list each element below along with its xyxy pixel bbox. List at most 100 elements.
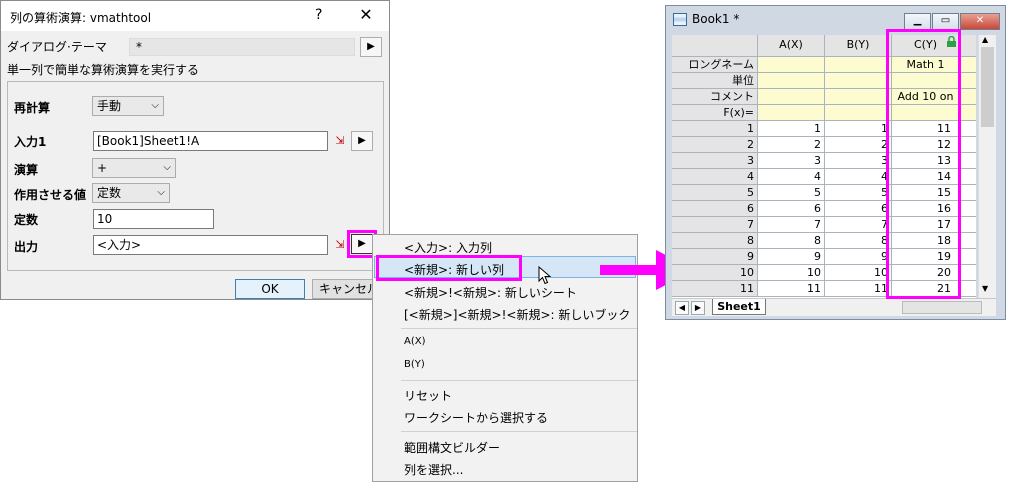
prev-sheet-button[interactable]: ◀	[675, 301, 689, 315]
cell-empty[interactable]	[960, 169, 976, 185]
close-button[interactable]: ✕	[353, 5, 379, 24]
menu-item-new-book[interactable]: [<新規>]<新規>!<新規>: 新しいブック	[404, 306, 630, 323]
cell-b[interactable]: 11	[825, 281, 892, 297]
row-header[interactable]: 7	[672, 217, 758, 233]
cell-empty[interactable]	[960, 281, 976, 297]
cell-empty[interactable]	[960, 233, 976, 249]
help-button[interactable]: ?	[315, 7, 322, 23]
cell-a[interactable]: 6	[758, 201, 825, 217]
operand-select[interactable]: 定数 ⌵	[92, 183, 170, 203]
menu-item-select-from-sheet[interactable]: ワークシートから選択する	[404, 409, 548, 426]
cell-a[interactable]: 2	[758, 137, 825, 153]
cell-b[interactable]: 8	[825, 233, 892, 249]
cell-a[interactable]: 10	[758, 265, 825, 281]
meta-cell[interactable]	[825, 105, 892, 121]
meta-cell[interactable]	[758, 57, 825, 73]
row-header[interactable]: 11	[672, 281, 758, 297]
operation-select[interactable]: + ⌵	[92, 158, 176, 178]
row-header[interactable]: 9	[672, 249, 758, 265]
menu-item-col-a[interactable]: A(X)	[404, 336, 426, 347]
cell-empty[interactable]	[960, 185, 976, 201]
cell-a[interactable]: 4	[758, 169, 825, 185]
scroll-down-icon[interactable]: ▼	[982, 284, 988, 293]
chevron-down-icon: ⌵	[151, 100, 159, 111]
minimize-button[interactable]: ▁	[904, 13, 931, 30]
maximize-button[interactable]: ▭	[932, 13, 959, 30]
scroll-thumb[interactable]	[981, 47, 994, 127]
meta-cell[interactable]	[758, 73, 825, 89]
cell-a[interactable]: 1	[758, 121, 825, 137]
range-select-icon[interactable]: ⇲	[330, 131, 350, 151]
output-menu-button[interactable]: ▶	[351, 234, 373, 254]
meta-cell[interactable]	[825, 57, 892, 73]
row-header[interactable]: 3	[672, 153, 758, 169]
constant-field[interactable]: 10	[93, 209, 214, 229]
col-header-a[interactable]: A(X)	[758, 35, 825, 57]
theme-field[interactable]: *	[129, 38, 355, 56]
cell-a[interactable]: 3	[758, 153, 825, 169]
menu-item-input-column[interactable]: <入力>: 入力列	[404, 239, 492, 256]
cell-a[interactable]: 7	[758, 217, 825, 233]
empty-col-header[interactable]	[960, 35, 976, 57]
cell-empty[interactable]	[960, 137, 976, 153]
sheet-tab[interactable]: Sheet1	[712, 299, 766, 315]
cell-b[interactable]: 2	[825, 137, 892, 153]
cell-empty[interactable]	[960, 217, 976, 233]
menu-item-reset[interactable]: リセット	[404, 387, 452, 404]
row-header[interactable]: 2	[672, 137, 758, 153]
cell-b[interactable]: 6	[825, 201, 892, 217]
cell-empty[interactable]	[960, 249, 976, 265]
horizontal-scrollbar[interactable]	[902, 301, 982, 314]
meta-cell[interactable]	[960, 57, 976, 73]
recalc-select[interactable]: 手動 ⌵	[92, 96, 164, 116]
cell-empty[interactable]	[960, 265, 976, 281]
scroll-up-icon[interactable]: ▲	[982, 35, 988, 44]
meta-cell[interactable]	[758, 105, 825, 121]
row-header[interactable]: 10	[672, 265, 758, 281]
window-close-button[interactable]: ✕	[960, 13, 1000, 30]
col-header-b[interactable]: B(Y)	[825, 35, 892, 57]
cell-a[interactable]: 5	[758, 185, 825, 201]
output-field[interactable]: <入力>	[93, 235, 328, 255]
meta-cell[interactable]	[825, 89, 892, 105]
row-header[interactable]: 8	[672, 233, 758, 249]
cell-b[interactable]: 3	[825, 153, 892, 169]
cell-a[interactable]: 11	[758, 281, 825, 297]
theme-menu-button[interactable]: ▶	[360, 37, 382, 57]
corner-cell[interactable]	[672, 35, 758, 57]
menu-item-new-sheet[interactable]: <新規>!<新規>: 新しいシート	[404, 284, 577, 301]
meta-cell[interactable]	[960, 73, 976, 89]
row-header[interactable]: 4	[672, 169, 758, 185]
row-header-longname[interactable]: ロングネーム	[672, 57, 758, 73]
menu-item-col-b[interactable]: B(Y)	[404, 359, 425, 370]
next-sheet-button[interactable]: ▶	[691, 301, 705, 315]
cell-empty[interactable]	[960, 153, 976, 169]
meta-cell[interactable]	[758, 89, 825, 105]
input1-field[interactable]: [Book1]Sheet1!A	[93, 131, 328, 151]
cell-b[interactable]: 5	[825, 185, 892, 201]
cell-b[interactable]: 7	[825, 217, 892, 233]
cell-empty[interactable]	[960, 121, 976, 137]
cell-b[interactable]: 9	[825, 249, 892, 265]
cell-a[interactable]: 9	[758, 249, 825, 265]
menu-item-select-column[interactable]: 列を選択...	[404, 461, 463, 478]
cell-b[interactable]: 4	[825, 169, 892, 185]
cell-b[interactable]: 10	[825, 265, 892, 281]
row-header[interactable]: 1	[672, 121, 758, 137]
cell-empty[interactable]	[960, 201, 976, 217]
ok-button[interactable]: OK	[235, 279, 305, 299]
input1-menu-button[interactable]: ▶	[351, 131, 373, 151]
menu-item-new-column[interactable]: <新規>: 新しい列	[404, 261, 504, 278]
cell-b[interactable]: 1	[825, 121, 892, 137]
menu-item-range-builder[interactable]: 範囲構文ビルダー	[404, 439, 500, 456]
meta-cell[interactable]	[825, 73, 892, 89]
vertical-scrollbar[interactable]: ▲ ▼	[978, 35, 996, 298]
row-header-comments[interactable]: コメント	[672, 89, 758, 105]
meta-cell[interactable]	[960, 105, 976, 121]
row-header-formula[interactable]: F(x)=	[672, 105, 758, 121]
meta-cell[interactable]	[960, 89, 976, 105]
row-header[interactable]: 6	[672, 201, 758, 217]
row-header-units[interactable]: 単位	[672, 73, 758, 89]
cell-a[interactable]: 8	[758, 233, 825, 249]
row-header[interactable]: 5	[672, 185, 758, 201]
